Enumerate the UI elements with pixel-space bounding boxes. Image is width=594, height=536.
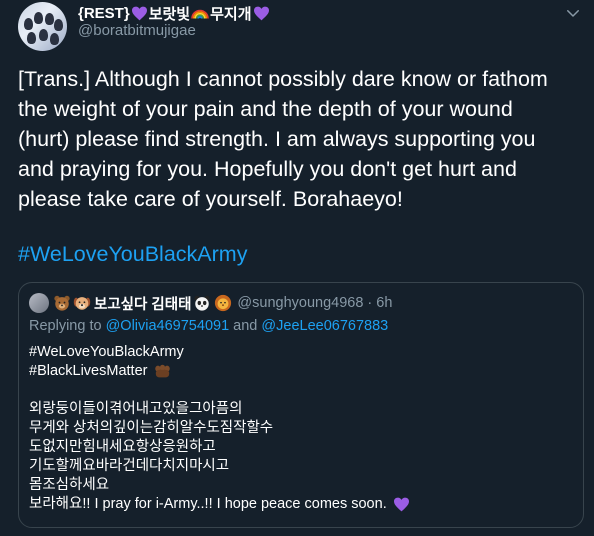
reply-and: and bbox=[233, 318, 258, 334]
author-name-mid: 보랏빛 bbox=[148, 5, 191, 23]
dog-face-icon bbox=[73, 297, 91, 310]
author-avatar[interactable] bbox=[18, 2, 67, 51]
quoted-hashtag-2[interactable]: #BlackLivesMatter bbox=[29, 363, 147, 379]
chevron-down-icon[interactable] bbox=[564, 4, 582, 22]
reply-mention-2[interactable]: @JeeLee06767883 bbox=[261, 318, 388, 334]
bear-face-icon bbox=[54, 295, 70, 311]
raised-fist-icon bbox=[154, 364, 170, 378]
author-handle[interactable]: @boratbitmujigae bbox=[78, 22, 196, 39]
reply-mention-1[interactable]: @Olivia469754091 bbox=[106, 318, 230, 334]
quoted-tweet[interactable]: 보고싶다 김태태 @sunghyoung4968 · 6h Replying t… bbox=[18, 282, 584, 528]
quoted-hashtag-2-row: #BlackLivesMatter bbox=[29, 362, 410, 381]
tweet-text-line: the weight of your pain and the depth of… bbox=[18, 97, 513, 121]
quoted-avatar[interactable] bbox=[29, 293, 49, 313]
tweet-text-line: and praying for you. Hopefully you don't… bbox=[18, 157, 517, 181]
quoted-handle[interactable]: @sunghyoung4968 bbox=[237, 295, 363, 311]
author-name[interactable]: {REST} 보랏빛 무지개 bbox=[78, 3, 270, 23]
korean-line: 기도할께요바라건데다치지마시고 bbox=[29, 458, 230, 474]
quoted-name[interactable]: 보고싶다 김태태 bbox=[94, 293, 191, 314]
closing-line: 보라해요!! I pray for i-Army..!! I hope peac… bbox=[29, 496, 387, 512]
tweet-text: [Trans.] Although I cannot possibly dare… bbox=[18, 64, 578, 214]
korean-line: 몸조심하세요 bbox=[29, 477, 110, 493]
hashtag-link[interactable]: #WeLoveYouBlackArmy bbox=[18, 242, 247, 267]
purple-heart-icon bbox=[253, 6, 269, 20]
quoted-text: #WeLoveYouBlackArmy #BlackLivesMatter 외랑… bbox=[29, 343, 410, 514]
quoted-header: 보고싶다 김태태 @sunghyoung4968 · 6h bbox=[29, 292, 392, 314]
panda-face-icon bbox=[194, 295, 211, 311]
replying-label: Replying to bbox=[29, 318, 102, 334]
korean-line: 외랑둥이들이겪어내고있을그아픔의 bbox=[29, 401, 243, 417]
lion-face-icon bbox=[215, 294, 232, 312]
replying-to: Replying to @Olivia469754091 and @JeeLee… bbox=[29, 318, 388, 334]
tweet-text-line: [Trans.] Although I cannot possibly dare… bbox=[18, 67, 548, 91]
tweet-text-line: please take care of yourself. Borahaeyo! bbox=[18, 187, 403, 211]
quoted-time[interactable]: 6h bbox=[376, 295, 392, 311]
tweet-text-line: (hurt) please find strength. I am always… bbox=[18, 127, 536, 151]
korean-line: 무게와 상처의깊이는감히알수도짐작할수 bbox=[29, 420, 274, 436]
quoted-hashtag-1[interactable]: #WeLoveYouBlackArmy bbox=[29, 343, 410, 362]
separator-dot: · bbox=[367, 295, 373, 311]
tweet: {REST} 보랏빛 무지개 @boratbitmujigae [Trans.]… bbox=[0, 0, 594, 536]
purple-heart-icon bbox=[131, 6, 147, 20]
rainbow-icon bbox=[191, 9, 209, 19]
korean-line: 도없지만힘내세요항상응원하고 bbox=[29, 439, 216, 455]
purple-heart-icon bbox=[393, 497, 409, 511]
author-name-suffix: 무지개 bbox=[210, 5, 252, 23]
author-name-prefix: {REST} bbox=[78, 4, 130, 22]
closing-line-row: 보라해요!! I pray for i-Army..!! I hope peac… bbox=[29, 495, 410, 514]
